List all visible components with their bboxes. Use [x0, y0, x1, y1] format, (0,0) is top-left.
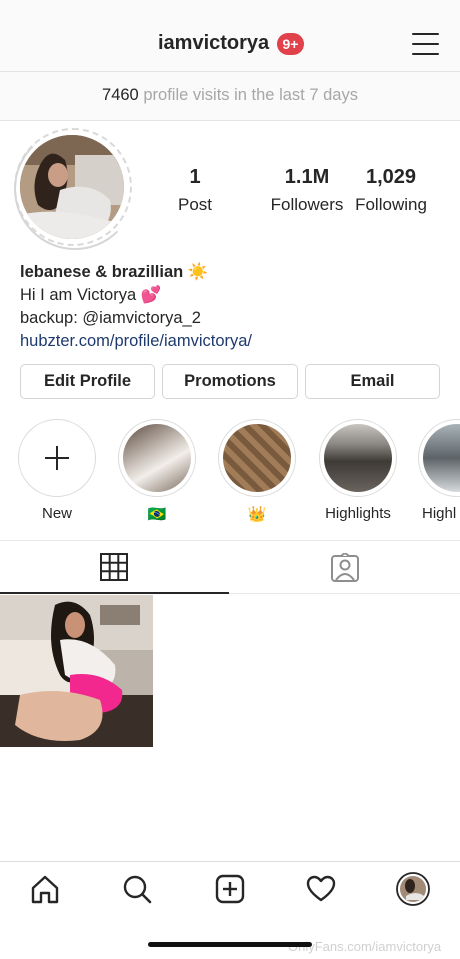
bio-website-link[interactable]: hubzter.com/profile/iamvictorya/ — [20, 330, 440, 353]
highlight-cover — [324, 424, 392, 492]
highlight-new[interactable]: New — [17, 419, 97, 522]
post-thumbnail[interactable] — [0, 595, 153, 747]
highlight-label: Highl — [422, 505, 457, 522]
new-highlight-circle — [18, 419, 96, 497]
tagged-person-icon — [331, 551, 359, 582]
bio-line-2[interactable]: backup: @iamvictorya_2 — [20, 307, 440, 330]
bio-name: lebanese & brazillian — [20, 263, 184, 281]
profile-username[interactable]: iamvictorya — [158, 32, 269, 55]
nav-profile[interactable] — [396, 872, 430, 906]
visits-count: 7460 — [102, 86, 139, 104]
highlight-label: 👑 — [247, 506, 267, 523]
active-tab-indicator — [0, 592, 229, 594]
notification-badge[interactable]: 9+ — [277, 33, 304, 55]
bio-line-1: Hi I am Victorya — [20, 286, 137, 304]
followers-label: Followers — [270, 195, 344, 214]
home-icon — [31, 875, 59, 904]
post-photo — [0, 595, 153, 747]
search-icon — [123, 875, 152, 904]
highlight-label: New — [41, 505, 72, 522]
promotions-button[interactable]: Promotions — [162, 364, 298, 399]
following-label: Following — [355, 195, 427, 214]
posts-count: 1 — [189, 166, 201, 188]
menu-icon[interactable] — [412, 32, 439, 56]
hearts-emoji-icon: 💕 — [140, 286, 162, 304]
highlight-cover — [423, 424, 460, 492]
highlight-label: Highlights — [325, 505, 391, 522]
followers-stat[interactable]: 1.1M Followers — [253, 166, 361, 215]
nav-home[interactable] — [30, 874, 60, 904]
highlight-cover — [223, 424, 291, 492]
edit-profile-button[interactable]: Edit Profile — [20, 364, 155, 399]
tab-grid[interactable] — [100, 553, 128, 581]
top-bar: iamvictorya 9+ — [0, 0, 460, 72]
nav-search[interactable] — [122, 874, 152, 904]
home-indicator — [148, 942, 312, 947]
profile-bio: lebanese & brazillian ☀️ Hi I am Victory… — [20, 261, 440, 353]
avatar-photo — [20, 135, 124, 239]
highlight-highlights[interactable]: Highlights — [318, 419, 398, 522]
nav-new-post[interactable] — [215, 874, 245, 904]
visits-text: profile visits in the last 7 days — [143, 86, 358, 104]
profile-avatar-icon — [396, 872, 430, 906]
posts-stat[interactable]: 1 Post — [176, 166, 214, 215]
followers-count: 1.1M — [284, 166, 330, 188]
highlight-partial[interactable]: Highl — [418, 419, 460, 522]
highlight-crown[interactable]: 👑 — [217, 419, 297, 523]
following-count: 1,029 — [365, 166, 417, 188]
email-button[interactable]: Email — [305, 364, 440, 399]
posts-label: Post — [177, 195, 213, 214]
sun-emoji-icon: ☀️ — [187, 263, 209, 281]
profile-visits-banner[interactable]: 7460 profile visits in the last 7 days — [0, 72, 460, 121]
nav-activity[interactable] — [306, 874, 336, 904]
highlight-brazil[interactable]: 🇧🇷 — [117, 419, 197, 523]
heart-icon — [306, 875, 336, 902]
tab-tagged[interactable] — [330, 551, 360, 583]
grid-icon — [100, 553, 128, 581]
highlight-label: 🇧🇷 — [147, 506, 167, 523]
add-post-icon — [215, 874, 245, 904]
profile-tabs — [0, 540, 460, 594]
highlight-cover — [123, 424, 191, 492]
following-stat[interactable]: 1,029 Following — [350, 166, 432, 215]
avatar[interactable] — [20, 135, 124, 239]
